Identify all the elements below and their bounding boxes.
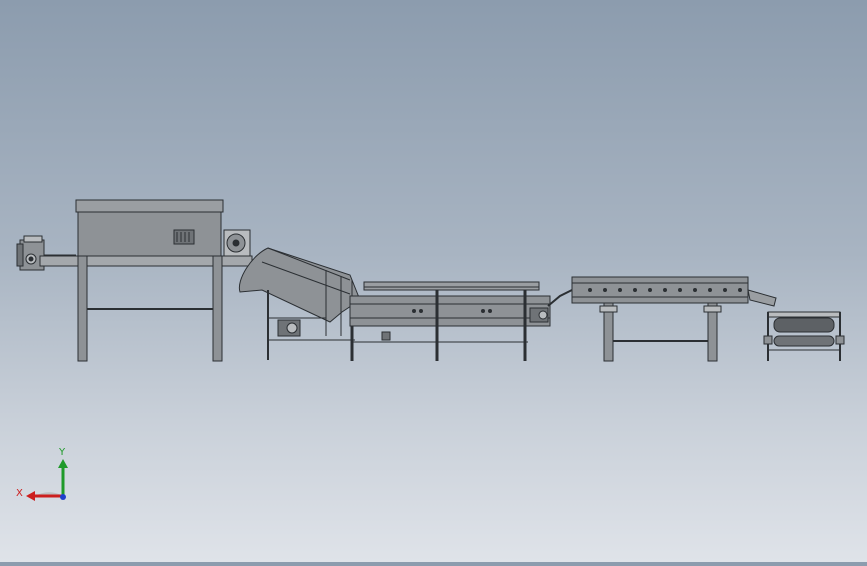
fryer-tank[interactable] — [349, 281, 551, 361]
y-axis-arrowhead — [58, 459, 68, 468]
cad-viewport[interactable]: Y X — [0, 0, 867, 562]
transfer-chain — [547, 289, 573, 307]
z-axis-dot — [60, 494, 66, 500]
drying-oven[interactable] — [39, 199, 253, 362]
x-axis-label: X — [16, 488, 23, 499]
axis-triad: Y X — [16, 447, 68, 501]
assembly-drawing: Y X — [16, 199, 845, 501]
y-axis-label: Y — [58, 447, 66, 458]
x-axis-arrowhead — [26, 491, 35, 501]
cooling-conveyor[interactable] — [571, 276, 777, 362]
roller-unit[interactable] — [763, 311, 845, 361]
inclined-conveyor[interactable] — [238, 247, 361, 360]
